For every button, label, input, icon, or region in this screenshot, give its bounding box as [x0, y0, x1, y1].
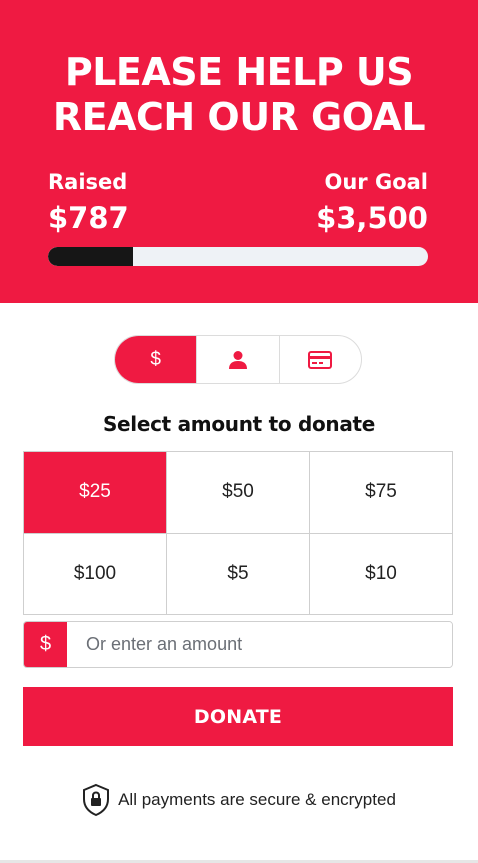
security-note-text: All payments are secure & encrypted — [118, 790, 396, 809]
hero-title-line-1: PLEASE HELP US — [64, 50, 414, 94]
donate-button[interactable]: DONATE — [23, 687, 453, 746]
amount-option-5[interactable]: $5 — [167, 533, 310, 615]
tab-one-time-donation[interactable]: $ — [115, 336, 198, 383]
custom-amount-input[interactable] — [67, 622, 452, 667]
currency-prefix: $ — [24, 622, 67, 667]
security-note: All payments are secure & encrypted — [0, 783, 478, 817]
progress-bar — [48, 247, 428, 266]
user-icon — [228, 350, 247, 369]
progress-bar-fill — [48, 247, 134, 266]
raised-stat: Raised $787 — [48, 170, 129, 236]
amount-options-grid: $25 $50 $75 $100 $5 $10 — [23, 451, 453, 615]
hero-banner: PLEASE HELP US REACH OUR GOAL Raised $78… — [0, 0, 478, 303]
amount-option-50[interactable]: $50 — [167, 452, 310, 534]
custom-amount-field: $ — [23, 621, 453, 668]
goal-label: Our Goal — [324, 170, 428, 194]
hero-title: PLEASE HELP US REACH OUR GOAL — [0, 50, 478, 140]
raised-label: Raised — [48, 170, 128, 194]
payment-method-tabs: $ — [114, 335, 362, 384]
dollar-icon: $ — [150, 349, 161, 370]
goal-value: $3,500 — [316, 201, 428, 235]
raised-value: $787 — [48, 201, 129, 235]
credit-card-icon — [308, 350, 333, 369]
goal-stat: Our Goal $3,500 — [316, 170, 428, 236]
hero-title-line-2: REACH OUR GOAL — [52, 95, 426, 139]
select-amount-heading: Select amount to donate — [102, 412, 376, 436]
tab-donor-info[interactable] — [197, 336, 280, 383]
amount-option-10[interactable]: $10 — [310, 533, 453, 615]
amount-option-75[interactable]: $75 — [310, 452, 453, 534]
tab-payment-details[interactable] — [280, 336, 361, 383]
amount-option-25[interactable]: $25 — [24, 452, 167, 534]
shield-lock-icon — [83, 783, 110, 817]
amount-option-100[interactable]: $100 — [24, 533, 167, 615]
